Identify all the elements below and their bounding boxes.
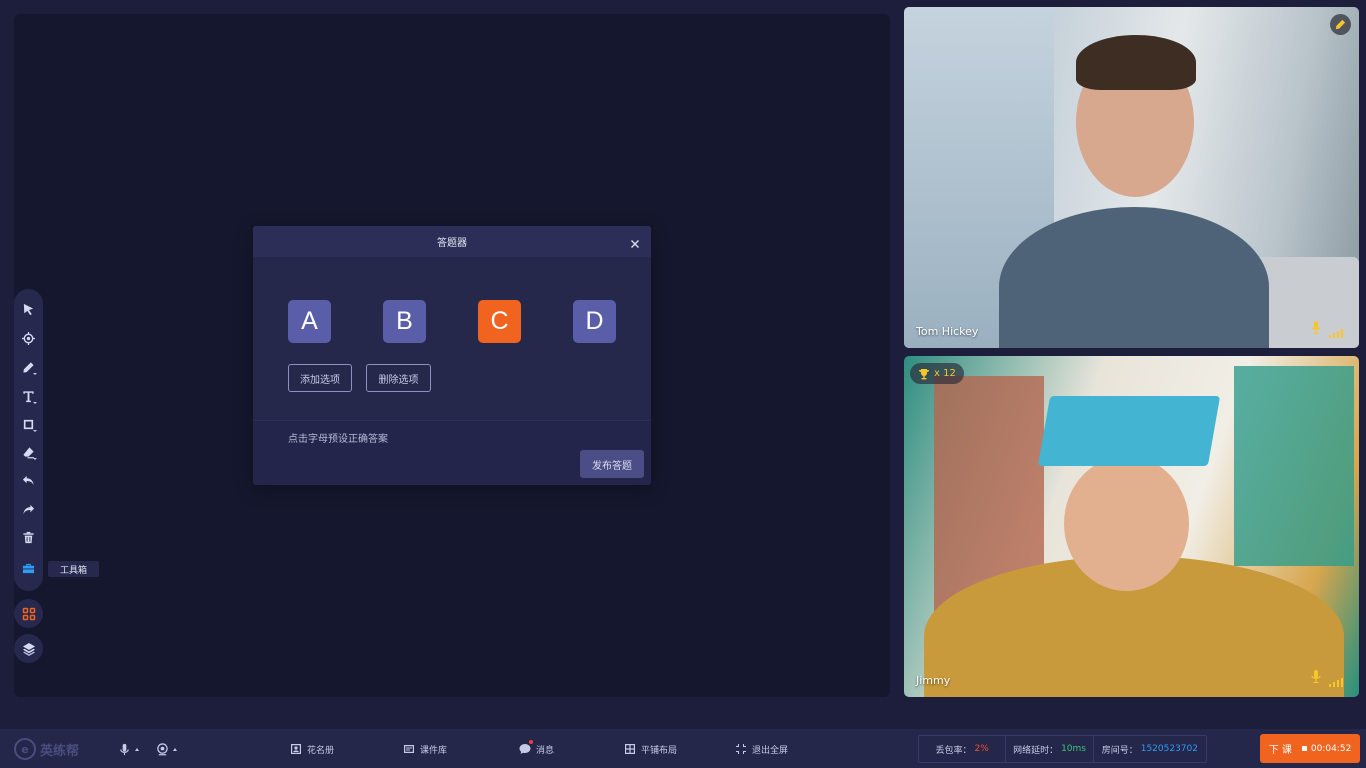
- teacher-video-tile[interactable]: Tom Hickey: [904, 7, 1359, 348]
- preset-answer-hint: 点击字母预设正确答案: [288, 434, 388, 445]
- eraser-tool[interactable]: [14, 438, 43, 466]
- packet-loss-label: 丢包率：: [935, 745, 972, 756]
- class-timer-value: 00:04:52: [1310, 743, 1352, 754]
- student-name-label: Jimmy: [916, 674, 951, 687]
- signal-strength-icon: [1329, 677, 1343, 687]
- teacher-name-label: Tom Hickey: [916, 325, 979, 338]
- option-d-button[interactable]: D: [573, 300, 616, 343]
- laser-pointer-icon: [22, 331, 35, 345]
- option-c-button[interactable]: C: [478, 300, 521, 343]
- close-icon: [631, 240, 639, 248]
- app-logo: e 英练帮: [14, 738, 79, 760]
- recording-square-icon: [1301, 746, 1307, 751]
- redo-tool[interactable]: [14, 495, 43, 523]
- room-value: 1520523702: [1140, 744, 1198, 754]
- latency-stat: 网络延时： 10ms: [1006, 736, 1094, 762]
- unread-dot: [529, 740, 533, 744]
- logo-icon: e: [14, 738, 36, 760]
- option-a-button[interactable]: A: [288, 300, 331, 343]
- option-b-button[interactable]: B: [383, 300, 426, 343]
- student-video-tile[interactable]: x 12 Jimmy: [904, 356, 1359, 697]
- publish-question-button[interactable]: 发布答题: [580, 450, 644, 478]
- toolbox-tooltip: 工具箱: [48, 561, 99, 577]
- delete-option-button[interactable]: 删除选项: [366, 364, 431, 392]
- roster-label: 花名册: [307, 745, 335, 756]
- trophy-count: x 12: [934, 368, 956, 379]
- shape-icon: [23, 419, 34, 429]
- chevron-up-icon: [135, 747, 139, 751]
- logo-text: 英练帮: [40, 743, 80, 759]
- eraser-icon: [23, 446, 35, 458]
- drawing-toolbar: [14, 289, 43, 591]
- select-arrow-icon: [23, 303, 34, 315]
- microphone-toggle[interactable]: [118, 741, 139, 757]
- dialog-title: 答题器: [437, 238, 467, 249]
- toolbox-icon: [22, 563, 35, 573]
- pen-tool[interactable]: [14, 353, 43, 381]
- signal-strength-icon: [1329, 328, 1343, 338]
- dialog-footer: 点击字母预设正确答案 发布答题: [253, 420, 651, 485]
- packet-loss-stat: 丢包率： 2%: [919, 736, 1007, 762]
- roster-button[interactable]: 花名册: [290, 741, 334, 757]
- latency-label: 网络延时：: [1013, 745, 1059, 756]
- exit-fullscreen-icon: [736, 744, 746, 754]
- messages-label: 消息: [536, 745, 555, 756]
- exit-fullscreen-label: 退出全屏: [752, 745, 789, 756]
- text-tool[interactable]: [14, 382, 43, 410]
- student-av-status: [1311, 668, 1343, 687]
- courseware-icon: [404, 745, 414, 753]
- camera-toggle[interactable]: [156, 741, 177, 757]
- end-class-button[interactable]: 下 课 00:04:52: [1260, 734, 1360, 763]
- tile-layout-label: 平铺布局: [641, 745, 678, 756]
- class-timer: 00:04:52: [1301, 743, 1352, 754]
- trophy-icon: [919, 368, 929, 379]
- undo-tool[interactable]: [14, 466, 43, 494]
- layers-button[interactable]: [14, 634, 43, 663]
- select-tool[interactable]: [14, 295, 43, 323]
- clear-tool[interactable]: [14, 523, 43, 551]
- laser-pointer-tool[interactable]: [14, 324, 43, 352]
- exit-fullscreen-button[interactable]: 退出全屏: [735, 741, 788, 757]
- dialog-header: 答题器: [253, 226, 651, 257]
- courseware-button[interactable]: 课件库: [403, 741, 447, 757]
- trash-icon: [23, 531, 34, 543]
- chevron-up-icon: [173, 747, 177, 751]
- answer-machine-dialog: 答题器 A B C D 添加选项 删除选项 点击字母预设正确答案 发布答题: [253, 226, 651, 485]
- dialog-close-button[interactable]: [629, 235, 641, 248]
- grid-apps-icon: [22, 607, 35, 620]
- bottom-bar: e 英练帮 花名册 课件库 消息 平铺布局 退出全屏 丢包率： 2% 网络延时：: [0, 729, 1366, 768]
- microphone-icon: [1311, 321, 1321, 334]
- webcam-icon: [157, 742, 168, 755]
- trophy-badge: x 12: [910, 363, 964, 384]
- roster-icon: [291, 744, 301, 754]
- microphone-icon: [1311, 670, 1321, 683]
- redo-icon: [23, 504, 35, 514]
- messages-button[interactable]: 消息: [519, 740, 555, 757]
- tile-layout-icon: [625, 744, 635, 754]
- chat-bubble-icon: [519, 744, 531, 754]
- room-label: 房间号：: [1101, 745, 1138, 756]
- layers-icon: [22, 642, 35, 656]
- microphone-icon: [120, 743, 129, 755]
- network-stats-panel: 丢包率： 2% 网络延时： 10ms 房间号： 1520523702: [918, 735, 1207, 763]
- latency-value: 10ms: [1061, 744, 1086, 754]
- undo-icon: [22, 475, 34, 485]
- drawing-permission-badge: [1330, 14, 1351, 35]
- shape-tool[interactable]: [14, 410, 43, 438]
- tile-layout-button[interactable]: 平铺布局: [624, 741, 677, 757]
- text-icon: [23, 390, 34, 402]
- pen-icon: [23, 361, 34, 373]
- apps-button[interactable]: [14, 599, 43, 628]
- end-class-label: 下 课: [1268, 745, 1292, 756]
- teacher-av-status: [1311, 319, 1343, 338]
- pencil-icon: [1335, 19, 1346, 30]
- courseware-label: 课件库: [420, 745, 448, 756]
- add-option-button[interactable]: 添加选项: [288, 364, 352, 392]
- room-number-stat: 房间号： 1520523702: [1094, 736, 1206, 762]
- toolbox-tool[interactable]: [14, 554, 43, 582]
- packet-loss-value: 2%: [974, 744, 989, 754]
